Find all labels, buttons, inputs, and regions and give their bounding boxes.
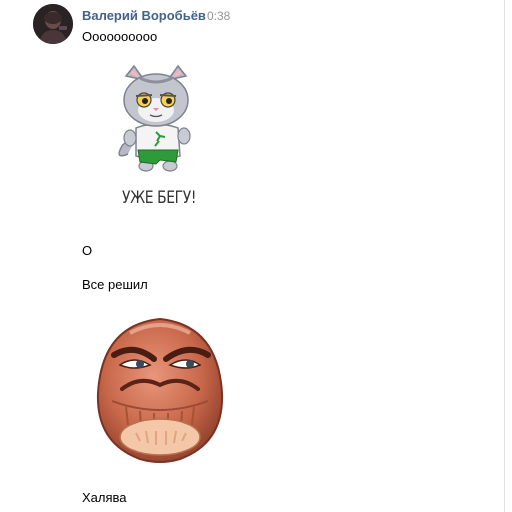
message-text: Оооооооооо [82, 29, 158, 44]
author-name-link[interactable]: Валерий Воробьёв [82, 8, 206, 23]
avatar[interactable] [33, 4, 73, 44]
avatar-photo [33, 4, 73, 44]
message-text: Халява [82, 490, 127, 505]
message-timestamp[interactable]: 0:38 [207, 9, 230, 23]
chat-history: Валерий Воробьёв 0:38 Оооооооооо УЖЕ БЕГ… [0, 0, 512, 512]
grumpy-nut-face-sticker[interactable] [90, 315, 230, 465]
grumpy-face-image [96, 317, 224, 463]
panel-divider [504, 0, 505, 512]
message-text: Все решил [82, 277, 148, 292]
message-text: О [82, 243, 93, 258]
cat-sticker-image [118, 64, 191, 172]
sticker-caption: УЖЕ БЕГУ! [122, 188, 197, 208]
